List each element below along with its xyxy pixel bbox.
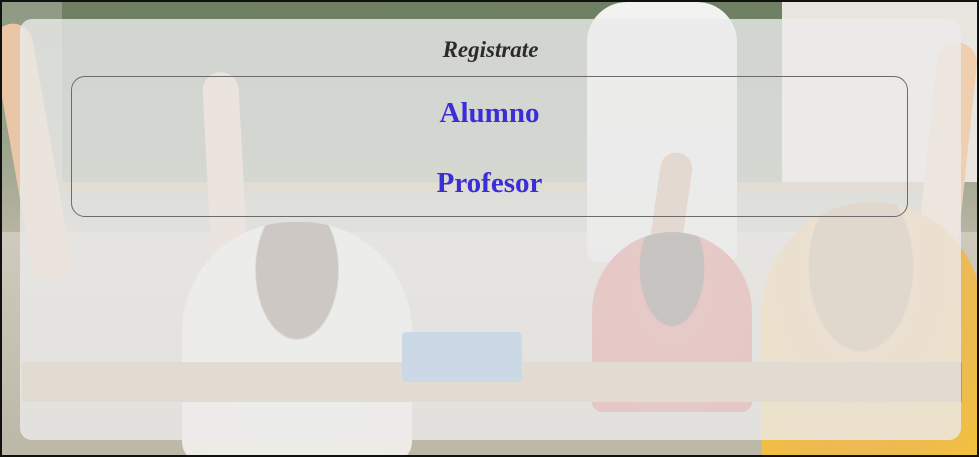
panel-title: Registrate [442,37,539,62]
app-window: Registrate Alumno Profesor [0,0,979,457]
registration-options-box: Alumno Profesor [71,76,908,217]
registration-panel: Registrate Alumno Profesor [20,19,961,440]
alumno-link[interactable]: Alumno [72,97,907,130]
profesor-link[interactable]: Profesor [72,167,907,200]
